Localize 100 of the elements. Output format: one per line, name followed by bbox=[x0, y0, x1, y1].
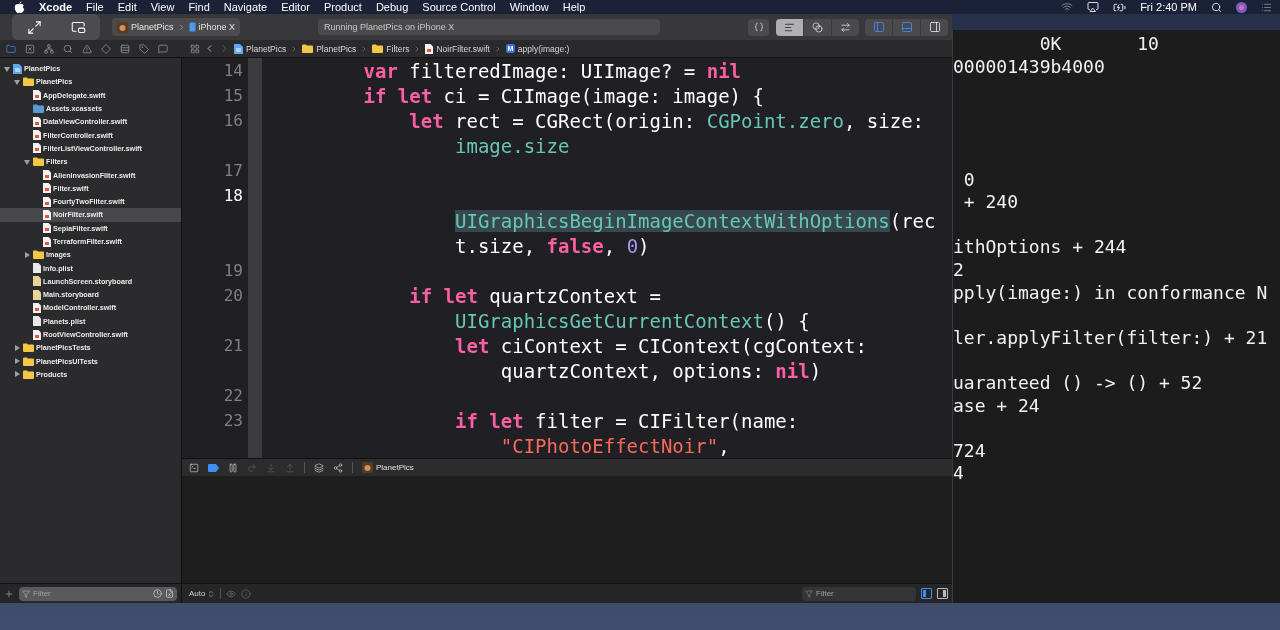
expand-arrows-icon[interactable] bbox=[26, 19, 42, 35]
library-button[interactable] bbox=[748, 18, 769, 36]
swift-file-icon bbox=[33, 116, 41, 127]
picture-in-picture-icon[interactable] bbox=[70, 19, 86, 35]
editor-mode-button[interactable] bbox=[804, 18, 831, 36]
panel-icon bbox=[900, 21, 913, 33]
disclosure-triangle-icon[interactable] bbox=[13, 371, 20, 378]
add-icon[interactable] bbox=[4, 588, 14, 599]
terminal-line: ase + 24 bbox=[953, 394, 1040, 416]
breadcrumb-item[interactable]: PlanetPics bbox=[302, 43, 357, 54]
memory-graph-icon[interactable] bbox=[333, 462, 343, 473]
editor-mode-icon bbox=[812, 21, 823, 33]
line-number: 14 bbox=[223, 61, 243, 80]
code-line: let rect = CGRect(origin: CGPoint.zero, size: bbox=[408, 109, 925, 132]
navigator-tab-icon[interactable] bbox=[139, 43, 149, 54]
console-toggle-icon[interactable] bbox=[189, 462, 199, 473]
code-editor[interactable] bbox=[182, 58, 952, 458]
disclosure-triangle-icon[interactable] bbox=[23, 251, 30, 258]
menu-clock[interactable]: Fri 2:40 PM bbox=[1140, 1, 1197, 13]
editor-mode-button[interactable] bbox=[832, 18, 859, 36]
view-hierarchy-icon[interactable] bbox=[314, 462, 324, 473]
clock-icon[interactable] bbox=[153, 589, 162, 598]
braces-icon bbox=[753, 22, 764, 32]
search-icon[interactable] bbox=[1211, 1, 1222, 13]
swift-file-icon bbox=[43, 209, 51, 220]
terminal-line: 724 bbox=[953, 439, 986, 461]
menu-item[interactable]: Find bbox=[188, 0, 210, 14]
siri-icon[interactable] bbox=[1236, 1, 1247, 13]
project-file-icon bbox=[13, 63, 22, 74]
menu-item[interactable]: Source Control bbox=[422, 0, 496, 14]
menu-item[interactable]: Editor bbox=[281, 0, 310, 14]
editor-mode-button[interactable] bbox=[776, 18, 803, 36]
navigator-tab-icon[interactable] bbox=[63, 43, 73, 54]
storyboard-file-icon bbox=[33, 289, 41, 300]
breadcrumb-item[interactable]: Filters bbox=[372, 43, 410, 54]
pane-toggle-button[interactable] bbox=[937, 588, 948, 599]
swift-file-icon bbox=[33, 303, 41, 313]
terminal-line: pply(image:) in conformance N bbox=[953, 281, 1268, 303]
wifi-icon[interactable] bbox=[1061, 1, 1074, 13]
navigator-tab-icon[interactable] bbox=[82, 43, 92, 54]
disclosure-triangle-icon[interactable] bbox=[3, 65, 10, 72]
navigator-tab-icon[interactable] bbox=[6, 43, 16, 54]
console-mode-selector[interactable]: Auto bbox=[189, 589, 216, 598]
menu-item[interactable]: Window bbox=[509, 0, 549, 14]
pause-icon[interactable] bbox=[228, 462, 238, 473]
menu-item[interactable]: Edit bbox=[117, 0, 137, 14]
navigator-tab-icon[interactable] bbox=[158, 43, 168, 54]
disclosure-triangle-icon[interactable] bbox=[13, 78, 20, 85]
breakpoint-icon[interactable] bbox=[208, 463, 219, 472]
line-number: 16 bbox=[223, 111, 243, 130]
file-icon[interactable] bbox=[165, 589, 174, 598]
disclosure-triangle-icon[interactable] bbox=[13, 358, 20, 365]
panel-toggle-button[interactable] bbox=[865, 18, 892, 36]
menu-item[interactable]: Help bbox=[562, 0, 586, 14]
filter-field[interactable]: Filter bbox=[802, 586, 916, 601]
menu-item[interactable]: View bbox=[150, 0, 175, 14]
editor-mode-icon bbox=[784, 21, 795, 33]
disclosure-triangle-icon[interactable] bbox=[13, 344, 20, 351]
navigator-tab-icon[interactable] bbox=[44, 43, 54, 54]
navigator-tab-icon[interactable] bbox=[120, 43, 130, 54]
line-number: 19 bbox=[223, 261, 243, 280]
app-icon bbox=[117, 21, 128, 33]
navigator-tab-icon[interactable] bbox=[101, 43, 111, 54]
swift-file-icon bbox=[43, 223, 51, 234]
menu-item[interactable]: Product bbox=[323, 0, 362, 14]
target-button[interactable]: PlanetPics bbox=[362, 462, 414, 473]
swift-file-icon bbox=[43, 183, 51, 194]
panel-toggle-button[interactable] bbox=[893, 18, 920, 36]
code-line: UIGraphicsGetCurrentContext() { bbox=[454, 309, 810, 332]
folder-icon bbox=[33, 250, 44, 260]
menu-item[interactable]: File bbox=[86, 0, 104, 14]
folder-icon bbox=[33, 157, 44, 167]
file-icon bbox=[33, 263, 41, 274]
asset-folder-icon bbox=[33, 104, 44, 114]
navigator-tab-icon[interactable] bbox=[25, 43, 35, 54]
terminal-line: ler.applyFilter(filter:) + 21 bbox=[953, 326, 1268, 348]
folder-icon bbox=[23, 343, 34, 353]
scheme-button[interactable]: PlanetPics bbox=[117, 21, 174, 33]
app-icon bbox=[362, 462, 373, 473]
menu-item[interactable]: Navigate bbox=[223, 0, 268, 14]
menu-item[interactable]: Xcode bbox=[39, 0, 72, 14]
breadcrumb-item[interactable]: NoirFilter.swift bbox=[425, 43, 490, 54]
device-button[interactable]: iPhone X bbox=[188, 22, 236, 32]
breadcrumb-item[interactable]: PlanetPics bbox=[234, 43, 287, 54]
swift-file-icon bbox=[33, 329, 41, 340]
list-icon[interactable] bbox=[1261, 1, 1272, 13]
eye-icon[interactable] bbox=[226, 588, 237, 599]
panel-toggle-button[interactable] bbox=[921, 18, 948, 36]
disclosure-triangle-icon[interactable] bbox=[23, 158, 30, 165]
airplay-icon[interactable] bbox=[1087, 1, 1100, 13]
code-line: quartzContext, options: nil) bbox=[499, 359, 822, 382]
terminal-line: ithOptions + 244 bbox=[953, 236, 1127, 258]
related-items-icon[interactable] bbox=[190, 43, 200, 54]
filter-input[interactable]: Filter bbox=[816, 589, 913, 598]
terminal-line: 4 bbox=[953, 462, 964, 484]
menu-item[interactable]: Debug bbox=[375, 0, 409, 14]
code-line: UIGraphicsBeginImageContextWithOptions(rec bbox=[454, 209, 936, 232]
pane-toggle-button[interactable] bbox=[921, 588, 932, 599]
apple-logo-icon[interactable] bbox=[14, 0, 25, 14]
filter-field[interactable]: Filter bbox=[19, 586, 177, 601]
